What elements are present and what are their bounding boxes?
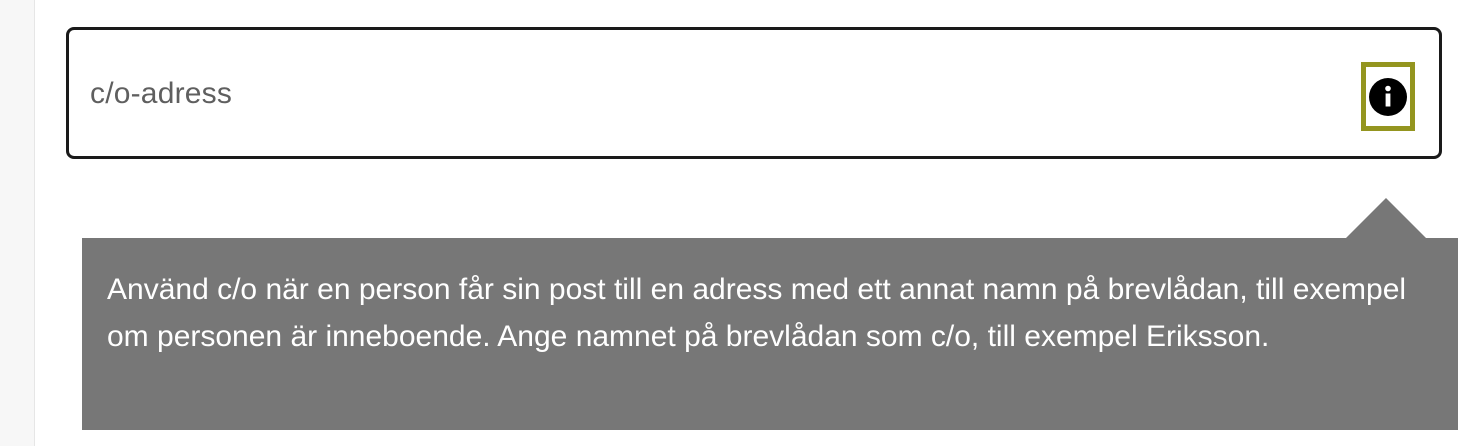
info-button[interactable] — [1361, 62, 1415, 131]
co-address-placeholder: c/o-adress — [90, 77, 233, 110]
tooltip-text: Använd c/o när en person får sin post ti… — [107, 273, 1407, 353]
info-icon — [1369, 77, 1407, 116]
info-tooltip: Använd c/o när en person får sin post ti… — [82, 238, 1458, 430]
co-address-field[interactable]: c/o-adress — [66, 27, 1442, 159]
tooltip-arrow — [1346, 198, 1426, 238]
